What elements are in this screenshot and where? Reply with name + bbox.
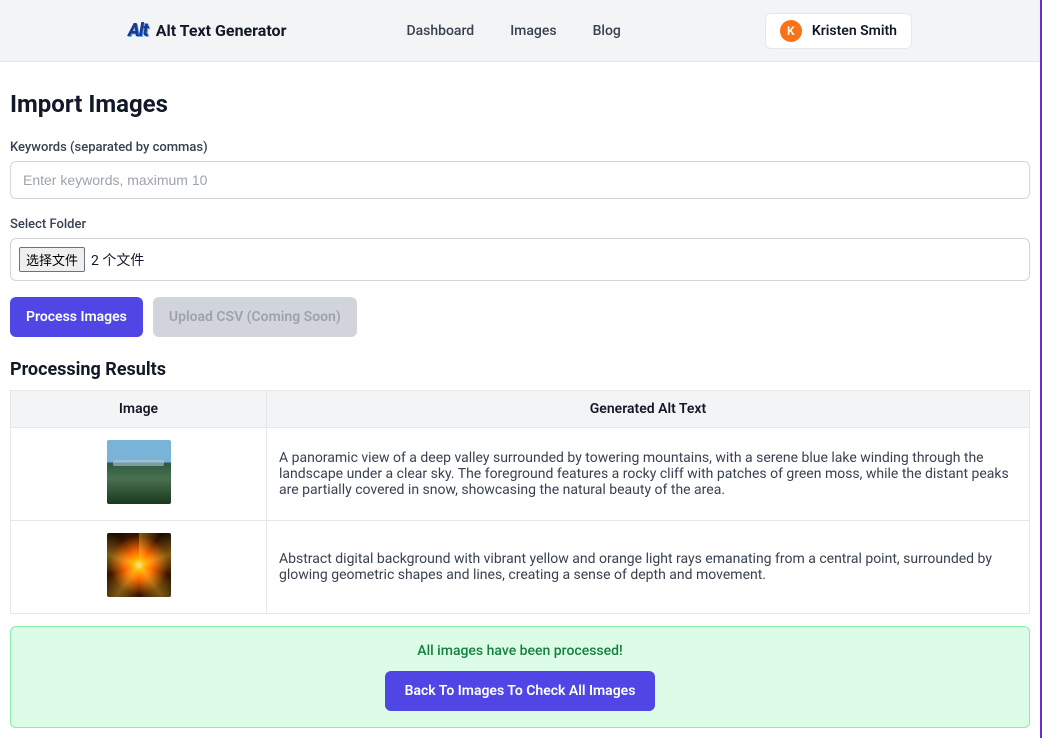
cell-thumb	[11, 428, 267, 521]
folder-label: Select Folder	[10, 217, 1030, 232]
cell-alt-text: Abstract digital background with vibrant…	[267, 521, 1030, 614]
nav-dashboard[interactable]: Dashboard	[406, 23, 474, 39]
file-count-status: 2 个文件	[91, 250, 144, 270]
process-images-button[interactable]: Process Images	[10, 297, 143, 337]
col-image: Image	[11, 391, 267, 428]
table-row: A panoramic view of a deep valley surrou…	[11, 428, 1030, 521]
nav-blog[interactable]: Blog	[593, 23, 621, 39]
folder-picker: 选择文件 2 个文件	[10, 238, 1030, 281]
logo[interactable]: Alt Alt Text Generator	[128, 20, 286, 41]
avatar: K	[780, 20, 802, 42]
main-content: Import Images Keywords (separated by com…	[0, 62, 1040, 738]
thumbnail-image	[107, 440, 171, 504]
user-menu[interactable]: K Kristen Smith	[765, 13, 912, 49]
keywords-label: Keywords (separated by commas)	[10, 140, 1030, 155]
results-title: Processing Results	[10, 359, 1030, 380]
keywords-input[interactable]	[10, 161, 1030, 199]
page-title: Import Images	[10, 90, 1030, 118]
logo-text: Alt Text Generator	[156, 21, 287, 40]
nav-images[interactable]: Images	[510, 23, 556, 39]
upload-csv-button: Upload CSV (Coming Soon)	[153, 297, 357, 337]
cell-thumb	[11, 521, 267, 614]
col-alt: Generated Alt Text	[267, 391, 1030, 428]
thumbnail-image	[107, 533, 171, 597]
back-to-images-button[interactable]: Back To Images To Check All Images	[385, 671, 656, 711]
main-nav: Dashboard Images Blog	[406, 23, 620, 39]
action-row: Process Images Upload CSV (Coming Soon)	[10, 297, 1030, 337]
success-message: All images have been processed!	[27, 643, 1013, 659]
logo-icon: Alt	[128, 20, 148, 41]
top-header: Alt Alt Text Generator Dashboard Images …	[0, 0, 1040, 62]
user-name: Kristen Smith	[812, 23, 897, 39]
results-table: Image Generated Alt Text A panoramic vie…	[10, 390, 1030, 614]
choose-files-button[interactable]: 选择文件	[19, 247, 85, 272]
table-row: Abstract digital background with vibrant…	[11, 521, 1030, 614]
success-banner: All images have been processed! Back To …	[10, 626, 1030, 728]
cell-alt-text: A panoramic view of a deep valley surrou…	[267, 428, 1030, 521]
